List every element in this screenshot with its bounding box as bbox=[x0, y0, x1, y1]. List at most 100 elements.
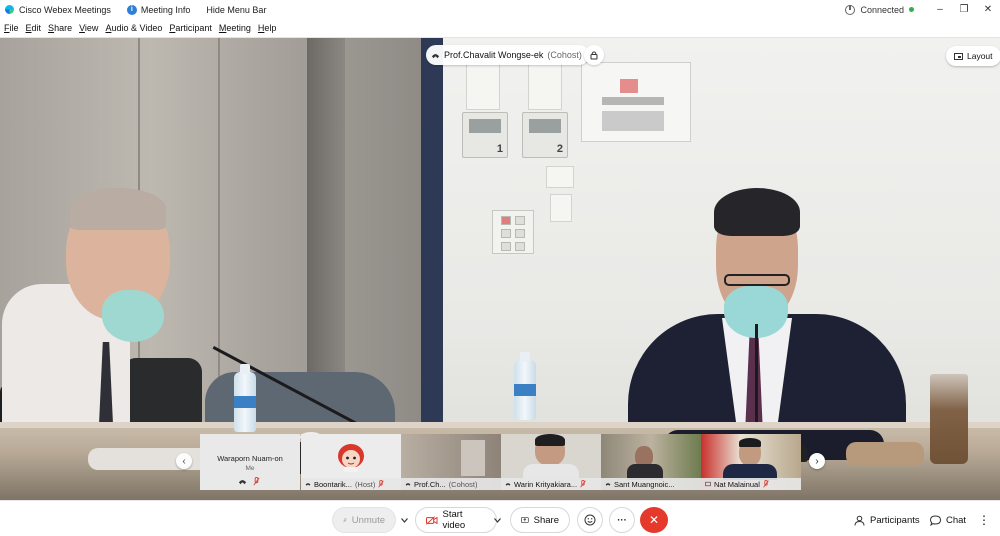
avatar-cartoon-icon bbox=[338, 444, 364, 472]
minimize-button[interactable]: – bbox=[928, 0, 952, 19]
title-bar: Cisco Webex Meetings i Meeting Info Hide… bbox=[0, 0, 1000, 19]
smiley-icon bbox=[584, 514, 596, 526]
tile-role: (Cohost) bbox=[448, 479, 478, 489]
muted-microphone-icon bbox=[343, 517, 347, 523]
tile-scene bbox=[461, 440, 485, 476]
video-options-dropdown[interactable] bbox=[489, 507, 505, 533]
hide-menu-bar-label: Hide Menu Bar bbox=[206, 4, 267, 15]
tile-person-hair bbox=[535, 434, 565, 446]
layout-icon bbox=[954, 52, 963, 60]
scene-light-switch bbox=[492, 210, 534, 254]
tile-caption: Warin Krityakiara... bbox=[501, 478, 601, 490]
start-video-label: Start video bbox=[442, 509, 466, 531]
scene-person-right-glasses bbox=[724, 274, 790, 286]
video-tile-participant[interactable]: Sant Muangnoic... bbox=[601, 434, 701, 490]
menu-share[interactable]: Share bbox=[45, 23, 75, 33]
participants-label: Participants bbox=[870, 514, 920, 526]
scene-thermostat-1: 1 bbox=[462, 112, 508, 158]
reactions-button[interactable] bbox=[577, 507, 603, 533]
chat-panel-button[interactable]: Chat bbox=[920, 507, 976, 533]
video-tile-participant[interactable]: Boontarik... (Host) bbox=[301, 434, 401, 490]
scene-floor-plan-poster bbox=[581, 62, 691, 142]
audio-options-dropdown[interactable] bbox=[396, 507, 412, 533]
scene-door-frame bbox=[421, 38, 443, 468]
tile-name: Sant Muangnoic... bbox=[614, 479, 675, 489]
tile-caption: Sant Muangnoic... bbox=[601, 478, 701, 490]
phone-audio-icon bbox=[605, 483, 611, 486]
phone-audio-icon bbox=[431, 53, 440, 58]
tile-name: Boontarik... bbox=[314, 479, 352, 489]
active-speaker-name: Prof.Chavalit Wongse-ek bbox=[444, 50, 544, 60]
menu-help[interactable]: Help bbox=[255, 23, 280, 33]
close-button[interactable]: ✕ bbox=[976, 0, 1000, 19]
scene-person-left-hair bbox=[70, 188, 166, 230]
tile-person-hair bbox=[739, 438, 761, 447]
thermostat-number: 1 bbox=[496, 143, 503, 155]
webex-meeting-window: Cisco Webex Meetings i Meeting Info Hide… bbox=[0, 0, 1000, 536]
restore-button[interactable]: ❐ bbox=[952, 0, 976, 19]
unmute-button[interactable]: Unmute bbox=[332, 507, 396, 533]
muted-microphone-icon bbox=[580, 480, 586, 488]
bottle-label bbox=[514, 384, 536, 396]
scene-person-left-mask bbox=[102, 290, 164, 342]
menu-participant[interactable]: Participant bbox=[166, 23, 215, 33]
self-tile-sub: Me bbox=[245, 465, 255, 472]
meeting-info-label: Meeting Info bbox=[140, 4, 191, 15]
bottle-label bbox=[234, 396, 256, 408]
connection-status[interactable]: Connected bbox=[845, 4, 928, 15]
muted-microphone-icon bbox=[378, 480, 385, 488]
muted-microphone-icon bbox=[763, 480, 769, 488]
muted-microphone-icon bbox=[253, 477, 260, 486]
active-speaker-label: Prof.Chavalit Wongse-ek (Cohost) bbox=[426, 45, 589, 65]
start-video-button[interactable]: Start video bbox=[415, 507, 497, 533]
switch-key bbox=[501, 242, 511, 251]
scene-table-edge bbox=[0, 422, 1000, 428]
more-options-button[interactable]: ··· bbox=[609, 507, 635, 533]
filmstrip-next-button[interactable]: › bbox=[809, 453, 825, 469]
menu-file[interactable]: File bbox=[1, 23, 22, 33]
tile-name: Prof.Ch... bbox=[414, 479, 446, 489]
hide-menu-bar-button[interactable]: Hide Menu Bar bbox=[198, 0, 274, 19]
connected-dot-icon bbox=[909, 7, 914, 12]
chevron-down-icon bbox=[400, 517, 408, 523]
switch-key bbox=[501, 229, 511, 238]
chat-label: Chat bbox=[946, 514, 967, 526]
layout-button[interactable]: Layout bbox=[946, 46, 1000, 66]
thermostat-screen bbox=[529, 119, 561, 133]
thermostat-number: 2 bbox=[556, 143, 563, 155]
poster-block bbox=[602, 111, 664, 131]
scene-thermostat-2: 2 bbox=[522, 112, 568, 158]
active-speaker-video[interactable]: 1 2 Prof.Chavalit Wongse-ek (Cohost) Lay… bbox=[0, 38, 1000, 500]
video-tile-participant[interactable]: Warin Krityakiara... bbox=[501, 434, 601, 490]
thermostat-screen bbox=[469, 119, 501, 133]
meeting-info-button[interactable]: i Meeting Info bbox=[119, 0, 199, 19]
poster-block bbox=[602, 97, 664, 105]
scene-notice-sheet bbox=[466, 62, 500, 110]
video-tile-self[interactable]: Waraporn Nuam-on Me bbox=[200, 434, 300, 490]
menu-view[interactable]: View bbox=[76, 23, 101, 33]
more-panels-button[interactable]: ⋮ bbox=[974, 507, 994, 533]
share-button[interactable]: Share bbox=[510, 507, 570, 533]
lock-video-button[interactable] bbox=[584, 45, 604, 65]
participants-panel-button[interactable]: Participants bbox=[844, 507, 930, 533]
scene-water-bottle bbox=[514, 352, 536, 420]
video-tile-participant[interactable]: Prof.Ch... (Cohost) bbox=[401, 434, 501, 490]
switch-key bbox=[501, 216, 511, 225]
active-speaker-role: (Cohost) bbox=[547, 50, 582, 60]
phone-audio-icon bbox=[238, 480, 247, 485]
filmstrip-prev-button[interactable]: ‹ bbox=[176, 453, 192, 469]
menu-edit[interactable]: Edit bbox=[23, 23, 45, 33]
info-icon: i bbox=[126, 4, 137, 15]
chat-bubble-icon bbox=[930, 514, 941, 526]
video-camera-off-icon bbox=[426, 515, 438, 525]
phone-audio-icon bbox=[505, 483, 511, 486]
menu-meeting[interactable]: Meeting bbox=[216, 23, 254, 33]
menu-audio-video[interactable]: Audio & Video bbox=[102, 23, 165, 33]
tile-caption: Boontarik... (Host) bbox=[301, 478, 401, 490]
video-tile-participant[interactable]: Nat Malainual bbox=[701, 434, 801, 490]
participants-icon bbox=[854, 515, 865, 526]
scene-water-bottle bbox=[234, 364, 256, 432]
switch-key bbox=[515, 229, 525, 238]
leave-meeting-button[interactable]: ✕ bbox=[640, 507, 668, 533]
poster-block bbox=[620, 79, 638, 93]
